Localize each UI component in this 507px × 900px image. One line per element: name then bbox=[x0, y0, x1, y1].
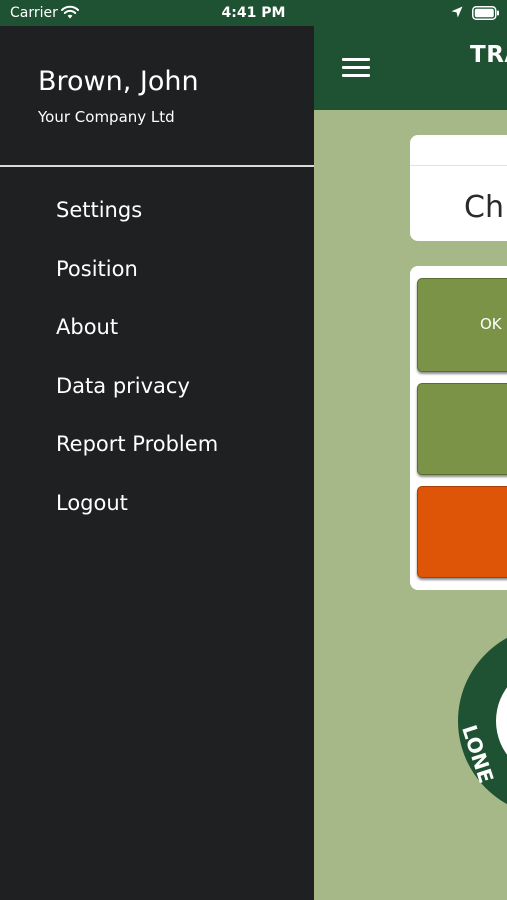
drawer-divider bbox=[0, 165, 314, 167]
app-header: TRA bbox=[314, 26, 507, 110]
status-card-text: Ch bbox=[464, 190, 504, 225]
menu-item-position[interactable]: Position bbox=[0, 254, 314, 313]
logo-inner-circle bbox=[496, 664, 507, 778]
app-screen: Carrier 4:41 PM TRA Ch bbox=[0, 0, 507, 900]
company-name: Your Company Ltd bbox=[38, 108, 175, 126]
menu-item-settings[interactable]: Settings bbox=[0, 195, 314, 254]
ok-button[interactable]: OK bbox=[417, 278, 507, 372]
ok-button-label: OK bbox=[480, 315, 502, 333]
status-bar: Carrier 4:41 PM bbox=[0, 0, 507, 26]
user-name: Brown, John bbox=[38, 66, 199, 97]
action-button-panel: OK bbox=[410, 266, 507, 590]
status-card-divider bbox=[410, 165, 507, 166]
drawer-menu: Settings Position About Data privacy Rep… bbox=[0, 195, 314, 547]
menu-item-data-privacy[interactable]: Data privacy bbox=[0, 371, 314, 430]
app-title: TRA bbox=[470, 42, 507, 68]
menu-item-about[interactable]: About bbox=[0, 312, 314, 371]
alert-button[interactable] bbox=[417, 486, 507, 578]
location-icon bbox=[451, 6, 463, 18]
app-logo: LONE bbox=[457, 626, 507, 816]
main-content: TRA Ch OK LONE bbox=[314, 26, 507, 900]
menu-item-report-problem[interactable]: Report Problem bbox=[0, 429, 314, 488]
status-time: 4:41 PM bbox=[221, 5, 286, 21]
navigation-drawer: Brown, John Your Company Ltd Settings Po… bbox=[0, 26, 314, 900]
menu-hamburger-icon[interactable] bbox=[342, 56, 372, 80]
secondary-action-button[interactable] bbox=[417, 383, 507, 475]
status-card: Ch bbox=[410, 135, 507, 241]
logo-text: LONE bbox=[457, 722, 499, 786]
battery-icon bbox=[472, 6, 499, 20]
menu-item-logout[interactable]: Logout bbox=[0, 488, 314, 547]
